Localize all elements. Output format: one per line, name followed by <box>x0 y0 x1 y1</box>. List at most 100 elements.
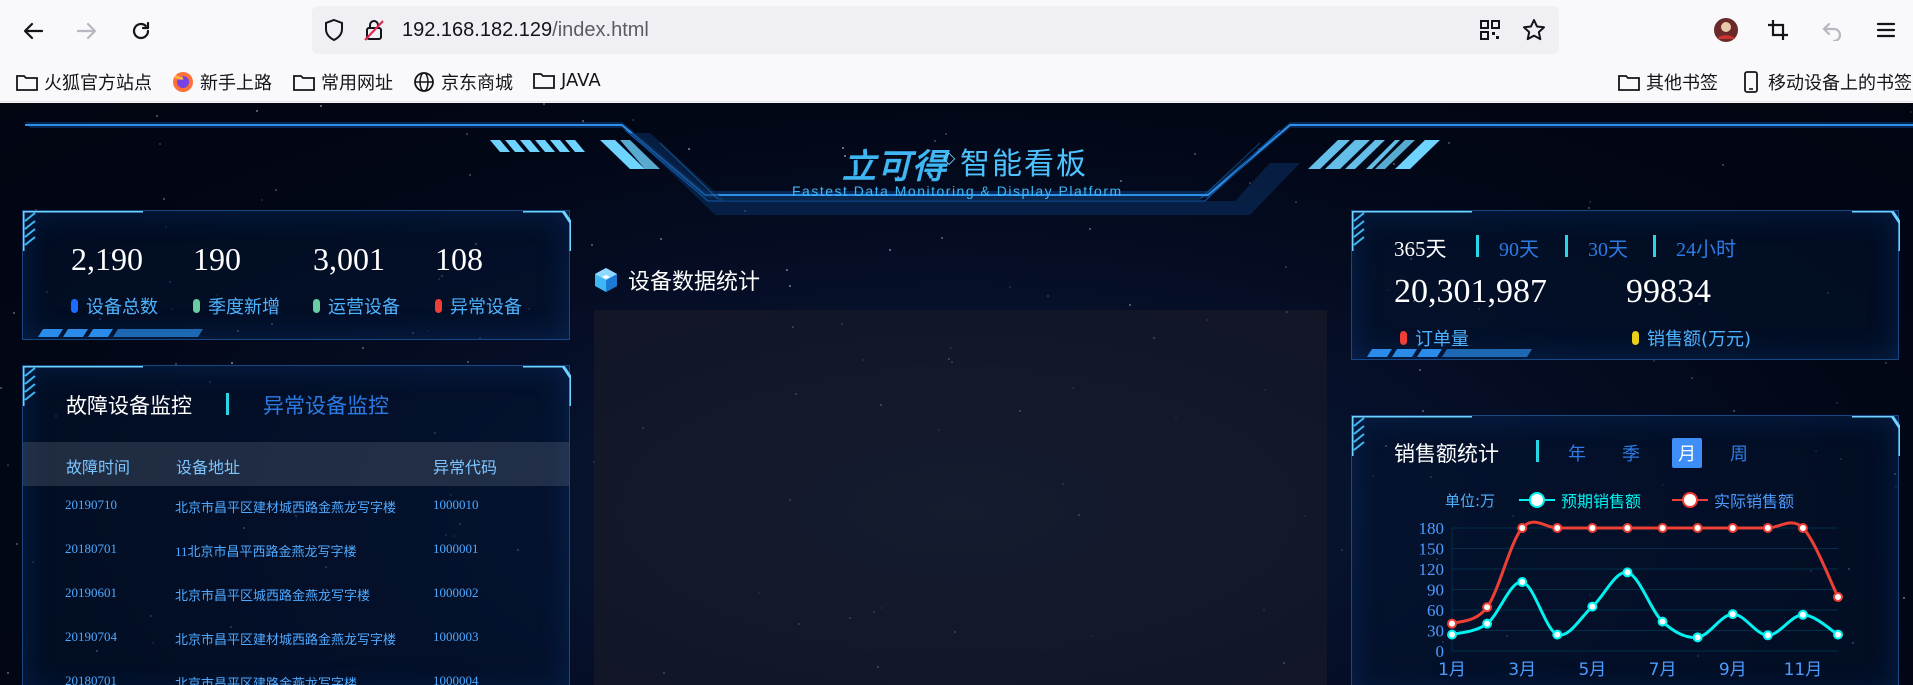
x-tick-label: 9月 <box>1719 660 1747 680</box>
star-dot <box>1691 376 1694 379</box>
reload-button[interactable] <box>124 14 158 48</box>
avatar-icon <box>1714 18 1738 42</box>
cell-address: 11北京市昌平西路金燕龙写字楼 <box>175 544 357 559</box>
star-dot <box>1885 362 1888 365</box>
cell-time: 20190710 <box>65 497 117 512</box>
menu-button[interactable] <box>1870 14 1902 46</box>
stat-label-text: 运营设备 <box>328 297 400 318</box>
star-dot <box>1652 359 1655 362</box>
insecure-lock-icon[interactable] <box>362 18 386 42</box>
x-tick-label: 3月 <box>1508 660 1536 680</box>
other-bookmarks[interactable]: 其他书签 <box>1618 69 1718 95</box>
stat-label: 运营设备 <box>313 293 400 319</box>
series-point <box>1762 630 1773 641</box>
cell-address: 北京市昌平区建材城西路金燕龙写字楼 <box>175 632 397 647</box>
series-point <box>1587 601 1598 612</box>
order-label: 订单量 <box>1400 325 1469 351</box>
y-tick-label: 150 <box>1419 540 1445 559</box>
series-point <box>1482 618 1493 629</box>
series-point <box>1447 618 1457 629</box>
y-tick-label: 90 <box>1427 581 1444 600</box>
bookmark-label: JAVA <box>561 69 601 91</box>
stat-value: 2,190 <box>71 241 143 277</box>
blue-dot-icon <box>71 299 78 313</box>
tab-abnormal-monitor[interactable]: 异常设备监控 <box>263 390 389 420</box>
tab-24-hours[interactable]: 24小时 <box>1676 233 1736 262</box>
tab-90-days[interactable]: 90天 <box>1499 233 1539 262</box>
browser-toolbar: 192.168.182.129/index.html <box>0 0 1913 62</box>
tab-divider <box>1476 235 1479 257</box>
cell-code: 1000002 <box>433 585 479 600</box>
series-point <box>1692 523 1703 533</box>
series-point <box>1797 609 1808 620</box>
bookmark-label: 常用网址 <box>321 73 393 94</box>
undo-icon <box>1822 22 1842 41</box>
star-dot <box>0 386 3 389</box>
star-dot <box>1903 596 1906 599</box>
firefox-icon <box>172 71 194 93</box>
dashboard: 立可得 ◇ 智能看板 Fastest Data Monitoring & Dis… <box>0 103 1913 685</box>
series-point <box>1447 629 1457 640</box>
shield-icon[interactable] <box>322 18 346 42</box>
cell-code: 1000003 <box>433 629 479 644</box>
arrow-left-icon <box>23 22 44 40</box>
mobile-bookmarks[interactable]: 移动设备上的书签 <box>1740 69 1912 95</box>
mobile-bookmarks-label: 移动设备上的书签 <box>1768 73 1912 94</box>
series-point <box>1833 592 1843 603</box>
sales-panel: 销售额统计 年 季 月 周 单位:万 预期销售额 实际销售额 0 30 60 90 12… <box>1351 415 1900 685</box>
x-tick-label: 5月 <box>1578 660 1606 680</box>
center-title-text: 设备数据统计 <box>628 270 761 295</box>
column-header: 设备地址 <box>176 458 241 477</box>
star-dot <box>1835 402 1838 405</box>
stat-label-text: 异常设备 <box>450 297 522 318</box>
bookmark-item[interactable]: 常用网址 <box>293 69 393 95</box>
series-point <box>1692 632 1703 643</box>
stat-label: 异常设备 <box>435 293 522 319</box>
bookmark-item[interactable]: 火狐官方站点 <box>16 69 152 95</box>
y-tick-label: 30 <box>1427 622 1444 641</box>
stat-label-text: 季度新增 <box>208 297 280 318</box>
tab-divider <box>1653 235 1656 257</box>
bookmark-star-icon[interactable] <box>1522 18 1546 42</box>
series-point <box>1587 523 1598 533</box>
star-dot <box>1046 295 1049 298</box>
forward-button[interactable] <box>70 14 104 48</box>
tab-fault-monitor[interactable]: 故障设备监控 <box>66 390 192 420</box>
arrow-right-icon <box>76 22 97 40</box>
series-line-2 <box>1451 520 1840 626</box>
qr-code-icon[interactable] <box>1478 18 1502 42</box>
bookmark-item[interactable]: JAVA <box>533 69 601 91</box>
cell-time: 20190704 <box>65 629 117 644</box>
order-label-text: 订单量 <box>1415 329 1469 350</box>
tab-30-days[interactable]: 30天 <box>1588 233 1628 262</box>
column-header: 异常代码 <box>433 458 498 477</box>
bookmark-item[interactable]: 新手上路 <box>172 69 272 95</box>
star-dot <box>1418 368 1421 371</box>
series-point <box>1762 523 1773 533</box>
stat-label-text: 设备总数 <box>86 297 158 318</box>
url-text[interactable]: 192.168.182.129/index.html <box>402 19 649 42</box>
account-avatar[interactable] <box>1710 14 1742 46</box>
cell-address: 北京市昌平区建材城西路金燕龙写字楼 <box>175 500 397 515</box>
sales-label-text: 销售额(万元) <box>1647 329 1752 350</box>
url-host: 192.168.182.129 <box>402 19 553 41</box>
bookmark-item[interactable]: 京东商城 <box>413 69 513 95</box>
star-dot <box>785 268 788 271</box>
back-button[interactable] <box>16 14 50 48</box>
red-dot-icon <box>435 299 442 313</box>
cell-time: 20180701 <box>65 673 117 685</box>
cell-time: 20190601 <box>65 585 117 600</box>
cell-code: 1000001 <box>433 541 479 556</box>
crop-tool-button[interactable] <box>1762 14 1794 46</box>
undo-button[interactable] <box>1816 14 1848 46</box>
y-tick-label: 120 <box>1419 560 1445 579</box>
folder-icon <box>293 71 315 93</box>
sales-line-chart: 030 6090 120150 180 1月 3月 5月 7月 9月 11月 <box>1419 519 1843 680</box>
orders-panel: 365天 90天 30天 24小时 20,301,987 99834 订单量 销… <box>1351 210 1900 360</box>
address-bar[interactable]: 192.168.182.129/index.html <box>312 6 1559 54</box>
tab-365-days[interactable]: 365天 <box>1394 233 1447 263</box>
tab-divider <box>1565 235 1568 257</box>
star-dot <box>1009 286 1012 289</box>
green-dot-icon <box>193 299 200 313</box>
series-point <box>1517 576 1528 587</box>
